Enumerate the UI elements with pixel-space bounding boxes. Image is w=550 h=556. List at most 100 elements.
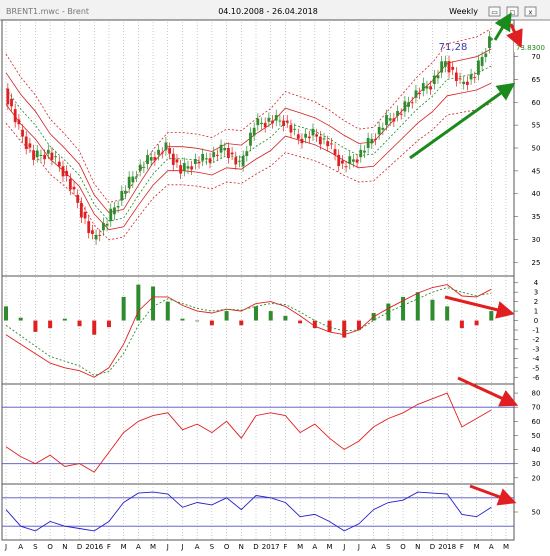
chart-canvas: BRENT1.mwc - Brent 04.10.2008 - 26.04.20… [0,0,550,551]
candle-body [311,128,315,136]
candle-body [197,161,201,164]
candle-body [54,156,58,158]
candle-body [432,75,436,84]
candle-body [17,119,21,125]
x-tick-label: F [283,543,287,551]
x-tick-label: A [18,543,23,551]
candle-body [252,127,256,136]
band-line [5,82,492,231]
momentum-bar [459,320,464,329]
price-annotation: 71,28 [439,42,468,53]
last-price-label: 73.8300 [516,44,545,52]
candle-body [307,136,311,139]
candle-body [116,206,120,208]
candle-body [355,159,359,163]
candle-body [370,138,374,144]
candle-body [396,110,399,116]
oscillator1-panel-frame [1,383,515,485]
candle-body [263,122,267,128]
candle-body [451,66,455,70]
x-tick-label: A [136,543,141,551]
price-y-tick-label: 60 [532,99,541,107]
candle-body [249,132,252,146]
candle-body [447,61,451,73]
period-label: Weekly [449,7,478,16]
candle-body [410,102,414,104]
candle-body [13,109,17,123]
candle-body [39,154,43,156]
candle-body [201,153,205,161]
osc2-y-tick-label: 50 [532,509,541,517]
candle-body [234,157,238,165]
candle-body [109,208,113,222]
candle-body [329,143,333,145]
momentum-bar [165,301,170,321]
candle-body [403,101,407,112]
momentum-y-tick-label: 4 [534,279,539,287]
momentum-y-tick-label: 2 [534,298,538,306]
price-y-tick-label: 30 [532,236,541,244]
annotation-arrows [409,12,523,506]
trend-arrow [493,12,512,41]
candle-body [135,176,138,178]
candle-body [359,149,363,158]
price-y-tick-label: 70 [532,53,541,61]
x-tick-label: J [4,543,7,551]
candle-body [113,207,116,215]
x-tick-label: M [474,543,480,551]
candle-body [454,72,458,82]
price-y-tick-label: 25 [532,259,541,267]
candle-body [267,117,271,122]
candle-body [179,165,183,174]
momentum-y-tick-label: 0 [534,317,538,325]
candle-body [168,148,172,154]
candle-body [212,152,216,158]
maximize-button[interactable]: ◻ [506,6,519,17]
osc1-y-tick-label: 40 [532,446,541,454]
candle-body [425,86,429,89]
candle-body [160,152,164,154]
candle-body [289,125,293,133]
x-tick-label: M [327,543,333,551]
close-icon: x [528,9,532,17]
candle-body [285,120,289,123]
minimize-button[interactable]: ▭ [488,6,501,17]
candle-body [414,90,418,98]
candle-body [21,129,24,137]
candle-body [193,158,197,164]
momentum-bar [224,311,229,321]
momentum-y-tick-label: -3 [533,345,540,353]
x-tick-label: M [150,543,156,551]
candle-body [296,134,300,139]
date-range: 04.10.2008 - 26.04.2018 [218,7,318,16]
candle-body [65,170,69,177]
candle-body [72,186,76,190]
x-axis: J A S O N D 2016 F M A M J J A S O N D 2017 F M A M J J A S O N D 2018… [4,543,509,551]
momentum-bar [254,306,258,321]
candle-body [278,120,282,122]
momentum-bar [430,299,435,321]
candle-body [293,128,297,130]
osc1-y-tick-label: 20 [532,474,541,482]
candle-body [215,154,219,156]
momentum-bar [77,320,82,327]
candle-body [241,156,245,167]
candle-body [377,126,381,135]
candle-body [68,178,72,190]
price-y-tick-label: 45 [532,167,541,175]
candle-body [76,194,80,203]
candle-body [98,234,102,236]
band-line [5,102,492,241]
candle-body [421,83,425,91]
candle-body [388,118,392,121]
momentum-y-tick-label: -5 [533,364,540,372]
momentum-bar [4,306,8,321]
candle-body [392,118,396,122]
close-button[interactable]: x [524,6,537,17]
momentum-bar [415,292,420,321]
candle-body [149,157,153,161]
maximize-icon: ◻ [510,9,516,17]
title-bar: BRENT1.mwc - Brent 04.10.2008 - 26.04.20… [0,0,550,21]
price-y-tick-label: 65 [532,76,541,84]
candle-body [366,137,370,148]
